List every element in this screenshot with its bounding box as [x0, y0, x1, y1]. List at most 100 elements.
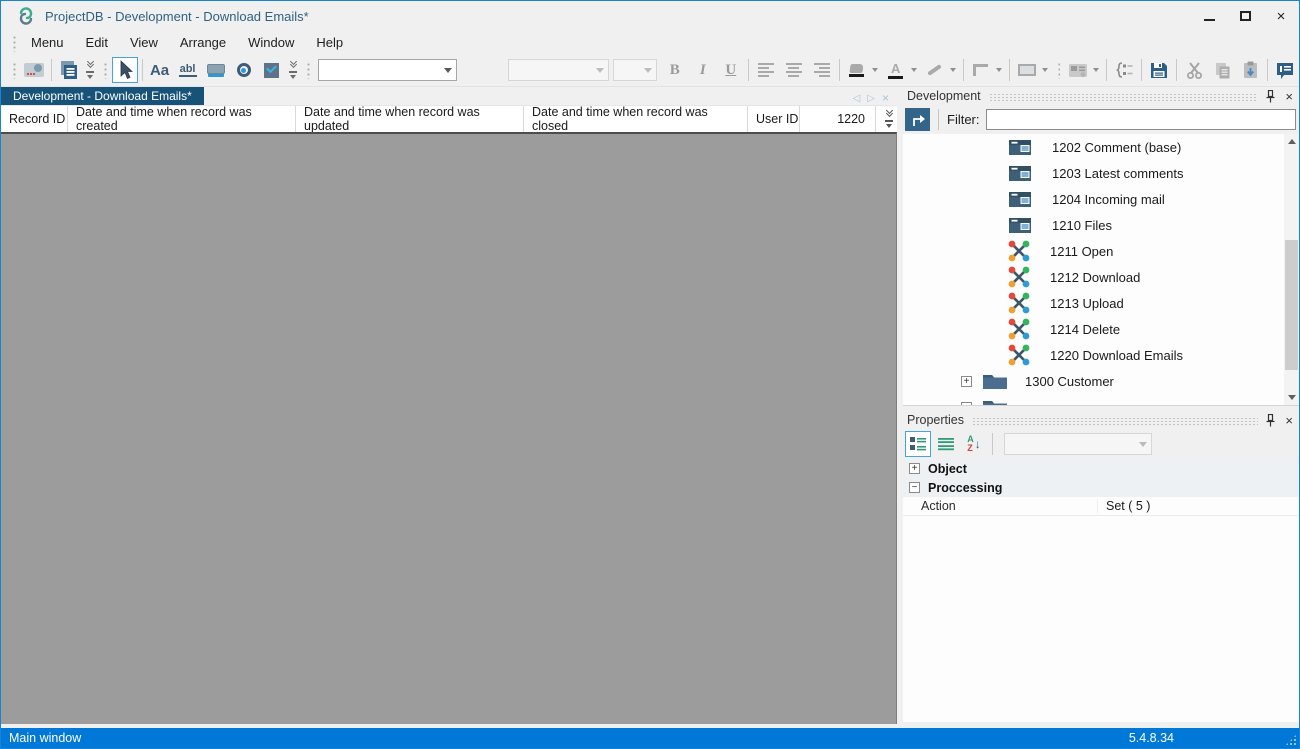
tab-development-download-emails[interactable]: Development - Download Emails*	[1, 87, 204, 105]
maximize-button[interactable]	[1227, 1, 1263, 31]
align-right-button[interactable]	[809, 57, 835, 83]
filter-input[interactable]	[986, 109, 1297, 130]
shape-button[interactable]	[1014, 57, 1040, 83]
italic-button[interactable]: I	[690, 57, 716, 83]
pin-icon[interactable]	[1266, 90, 1275, 103]
button-tool-button[interactable]	[203, 57, 229, 83]
categorized-view-button[interactable]	[905, 431, 931, 457]
toolbar-separator	[1176, 59, 1177, 81]
tree-item[interactable]: 1220 Download Emails	[903, 342, 1284, 368]
column-header-id-value[interactable]: 1220	[800, 106, 876, 132]
menu-item-window[interactable]: Window	[237, 33, 305, 52]
alphabetical-view-button[interactable]	[933, 431, 959, 457]
radio-tool-button[interactable]	[231, 57, 257, 83]
card-view-button[interactable]	[1065, 57, 1091, 83]
development-panel-close-icon[interactable]: ×	[1285, 90, 1293, 103]
toolbar-grip-3[interactable]	[305, 61, 310, 79]
sort-az-button[interactable]: AZ ↓	[961, 431, 987, 457]
pointer-tool-button[interactable]	[112, 57, 138, 83]
menu-item-view[interactable]: View	[119, 33, 169, 52]
tree-item-partial[interactable]	[903, 394, 1284, 405]
border-dropdown-icon[interactable]	[996, 68, 1002, 72]
tree-item[interactable]: 1213 Upload	[903, 290, 1284, 316]
scroll-up-icon[interactable]	[1284, 134, 1299, 149]
tree-item[interactable]: 1211 Open	[903, 238, 1284, 264]
tree-item[interactable]: 1202 Comment (base)	[903, 134, 1284, 160]
paste-button[interactable]	[1237, 57, 1263, 83]
column-header-closed[interactable]: Date and time when record was closed	[524, 106, 748, 132]
column-header-created[interactable]: Date and time when record was created	[68, 106, 296, 132]
properties-panel-close-icon[interactable]: ×	[1285, 414, 1293, 427]
checkbox-tool-button[interactable]	[259, 57, 285, 83]
category-proccessing[interactable]: − Proccessing	[903, 478, 1299, 497]
tree-item[interactable]: 1203 Latest comments	[903, 160, 1284, 186]
property-row-action[interactable]: Action Set ( 5 )	[903, 497, 1299, 516]
navigate-button[interactable]	[905, 108, 930, 131]
save-button[interactable]	[1146, 57, 1172, 83]
textbox-icon: abl	[179, 63, 197, 77]
underline-button[interactable]: U	[718, 57, 744, 83]
card-view-dropdown-icon[interactable]	[1093, 68, 1099, 72]
fill-color-dropdown-icon[interactable]	[872, 68, 878, 72]
menubar-grip[interactable]	[11, 34, 16, 52]
toolbar-separator	[992, 433, 993, 455]
toolbar-grip-4[interactable]	[1056, 61, 1061, 79]
border-corner-button[interactable]	[968, 57, 994, 83]
tab-close-icon[interactable]: ×	[882, 91, 889, 105]
bold-button[interactable]: B	[662, 57, 688, 83]
pin-icon[interactable]	[1266, 414, 1275, 427]
tree-item[interactable]: + 1300 Customer	[903, 368, 1284, 394]
border-corner-icon	[973, 64, 988, 76]
toolbar-grip-1[interactable]	[11, 61, 16, 79]
pen-color-button[interactable]	[922, 57, 948, 83]
collapse-minus-icon[interactable]: −	[909, 482, 920, 493]
tab-scroll-right-icon[interactable]: ▷	[867, 93, 875, 104]
font-color-dropdown-icon[interactable]	[911, 68, 917, 72]
toolbar-grip-2[interactable]	[102, 61, 107, 79]
menu-item-arrange[interactable]: Arrange	[169, 33, 237, 52]
comment-button[interactable]	[1272, 57, 1298, 83]
align-center-button[interactable]	[781, 57, 807, 83]
close-button[interactable]: ×	[1263, 1, 1299, 31]
label-tool-button[interactable]: Aa	[147, 57, 173, 83]
layers-tool-button[interactable]	[56, 57, 82, 83]
style-combobox[interactable]	[318, 59, 457, 81]
resize-grip-icon[interactable]	[1285, 734, 1297, 746]
tree-item[interactable]: 1214 Delete	[903, 316, 1284, 342]
tree-item[interactable]: 1204 Incoming mail	[903, 186, 1284, 212]
toolbar-overflow-button[interactable]	[288, 61, 299, 79]
category-object[interactable]: + Object	[903, 459, 1299, 478]
expand-plus-icon[interactable]	[961, 402, 972, 406]
outline-button[interactable]	[1111, 57, 1137, 83]
tree-scrollbar[interactable]	[1284, 134, 1299, 405]
tree-item[interactable]: 1210 Files	[903, 212, 1284, 238]
shape-dropdown-icon[interactable]	[1042, 68, 1048, 72]
comment-icon	[1275, 61, 1295, 80]
font-color-button[interactable]: A	[883, 57, 909, 83]
scroll-down-icon[interactable]	[1284, 390, 1299, 405]
tab-scroll-left-icon[interactable]: ◁	[853, 93, 861, 104]
expand-plus-icon[interactable]: +	[909, 463, 920, 474]
image-tool-button[interactable]	[21, 57, 47, 83]
tree-item[interactable]: 1212 Download	[903, 264, 1284, 290]
cut-button[interactable]	[1181, 57, 1207, 83]
design-canvas[interactable]	[1, 132, 897, 724]
property-value[interactable]: Set ( 5 )	[1098, 499, 1150, 513]
copy-button[interactable]	[1209, 57, 1235, 83]
align-left-button[interactable]	[753, 57, 779, 83]
column-header-user-id[interactable]: User ID	[748, 106, 800, 132]
textbox-tool-button[interactable]: abl	[175, 57, 201, 83]
column-header-record-id[interactable]: Record ID	[1, 106, 68, 132]
menu-item-help[interactable]: Help	[305, 33, 354, 52]
header-overflow-button[interactable]	[876, 106, 894, 132]
expand-plus-icon[interactable]: +	[961, 376, 972, 387]
pen-color-dropdown-icon[interactable]	[950, 68, 956, 72]
fill-color-button[interactable]	[844, 57, 870, 83]
minimize-button[interactable]	[1191, 1, 1227, 31]
column-header-updated[interactable]: Date and time when record was updated	[296, 106, 524, 132]
process-icon	[1008, 266, 1030, 288]
menu-item-edit[interactable]: Edit	[75, 33, 119, 52]
toolbar-overflow-button[interactable]	[85, 61, 96, 79]
menu-item-menu[interactable]: Menu	[20, 33, 75, 52]
scrollbar-thumb[interactable]	[1285, 240, 1298, 370]
